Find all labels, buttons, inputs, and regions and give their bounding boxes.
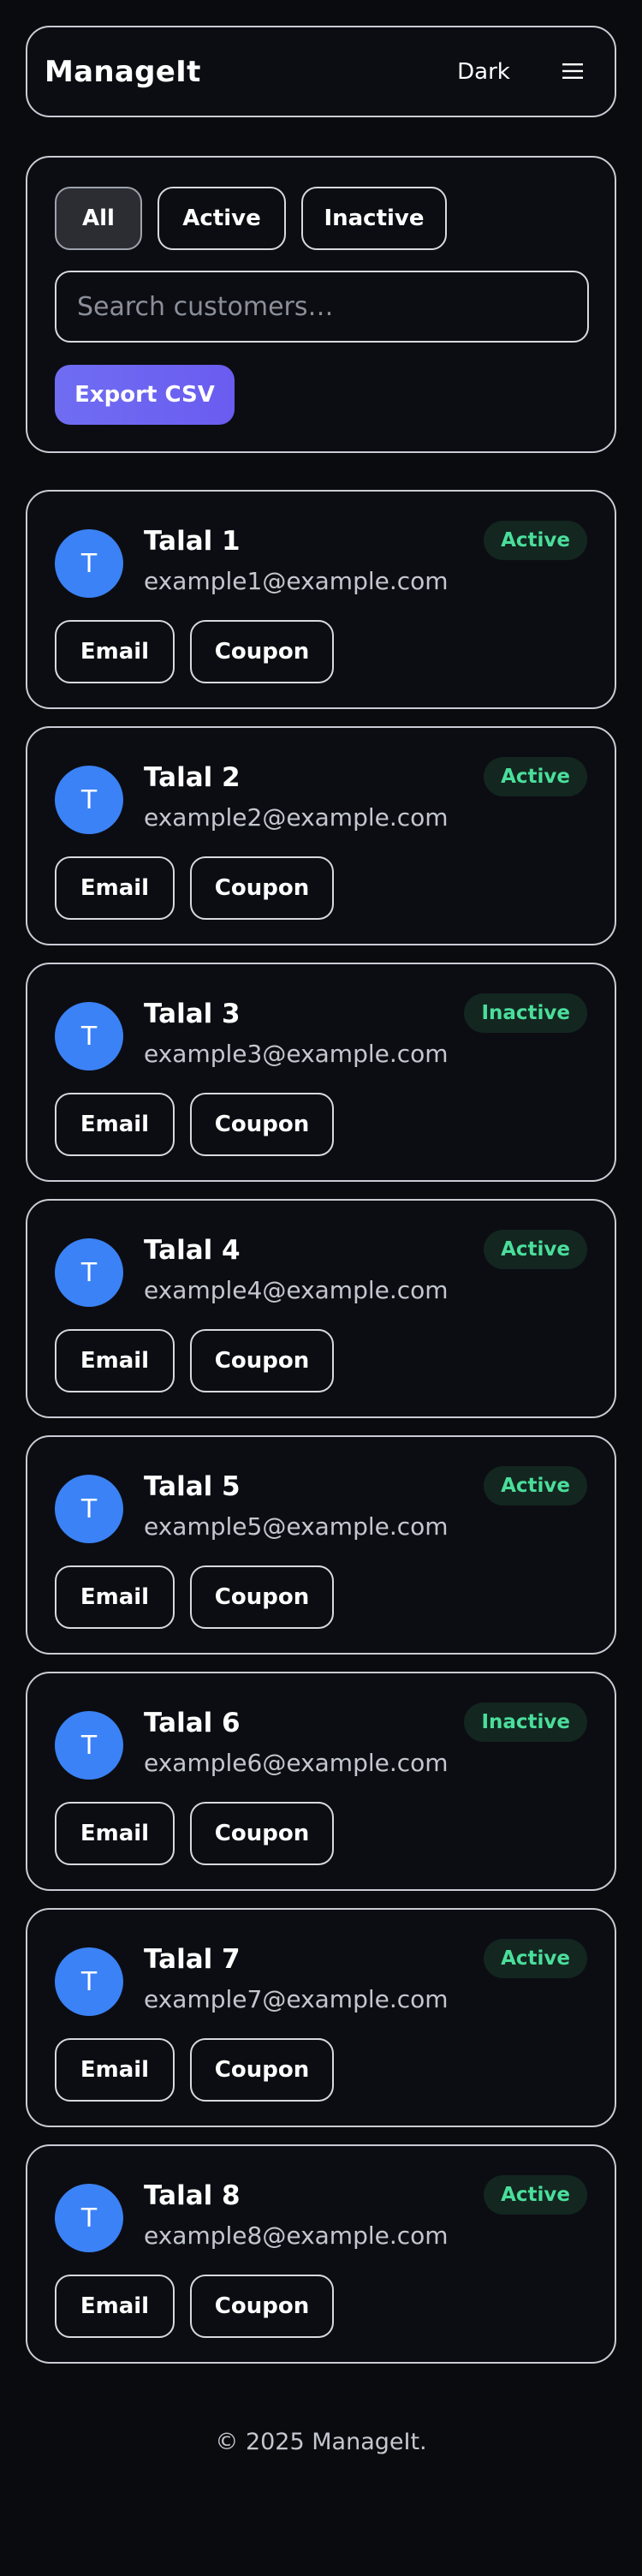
customer-list: T Talal 1 example1@example.com Active Email C…	[26, 490, 616, 2381]
avatar: T	[55, 1947, 123, 2016]
coupon-button[interactable]: Coupon	[190, 1329, 334, 1392]
brand-logo: ManageIt	[45, 55, 201, 89]
customer-name: Talal 7	[144, 1944, 241, 1975]
customer-card: T Talal 5 example5@example.com Active Email C…	[26, 1435, 616, 1655]
status-badge: Inactive	[464, 1702, 587, 1742]
avatar: T	[55, 2184, 123, 2252]
customer-name: Talal 8	[144, 2180, 241, 2211]
customer-email: example6@example.com	[144, 1749, 449, 1777]
email-customer-button[interactable]: Email	[55, 1565, 175, 1629]
customer-name: Talal 2	[144, 762, 241, 793]
coupon-button[interactable]: Coupon	[190, 856, 334, 920]
menu-button[interactable]	[539, 50, 606, 94]
customer-card: T Talal 8 example8@example.com Active Email C…	[26, 2144, 616, 2364]
status-badge: Active	[484, 521, 587, 560]
customer-card: T Talal 7 example7@example.com Active Email C…	[26, 1908, 616, 2127]
email-customer-button[interactable]: Email	[55, 1093, 175, 1156]
customer-email: example2@example.com	[144, 803, 449, 832]
email-customer-button[interactable]: Email	[55, 1329, 175, 1392]
customer-name: Talal 3	[144, 999, 241, 1029]
avatar: T	[55, 1475, 123, 1543]
filter-panel: All Active Inactive Export CSV	[26, 156, 616, 453]
avatar: T	[55, 1238, 123, 1307]
theme-toggle-button[interactable]: Dark	[430, 50, 538, 94]
status-badge: Active	[484, 2175, 587, 2215]
customer-name: Talal 4	[144, 1235, 241, 1266]
coupon-button[interactable]: Coupon	[190, 1565, 334, 1629]
hamburger-menu-icon	[562, 63, 583, 82]
customer-name: Talal 5	[144, 1471, 241, 1502]
avatar: T	[55, 766, 123, 834]
customer-email: example3@example.com	[144, 1040, 449, 1068]
export-csv-button[interactable]: Export CSV	[55, 365, 235, 425]
filter-tab-all[interactable]: All	[55, 187, 142, 250]
app-header: ManageIt Dark	[26, 26, 616, 117]
customer-card: T Talal 2 example2@example.com Active Email C…	[26, 726, 616, 945]
coupon-button[interactable]: Coupon	[190, 2038, 334, 2102]
search-input[interactable]	[55, 271, 589, 343]
customer-email: example7@example.com	[144, 1985, 449, 2013]
customer-name: Talal 6	[144, 1708, 241, 1738]
avatar: T	[55, 1711, 123, 1780]
customer-card: T Talal 6 example6@example.com Inactive Emai…	[26, 1672, 616, 1891]
coupon-button[interactable]: Coupon	[190, 1093, 334, 1156]
status-badge: Active	[484, 1939, 587, 1978]
customer-name: Talal 1	[144, 526, 241, 557]
coupon-button[interactable]: Coupon	[190, 1802, 334, 1865]
customer-email: example8@example.com	[144, 2221, 449, 2250]
coupon-button[interactable]: Coupon	[190, 620, 334, 683]
avatar: T	[55, 529, 123, 598]
footer-copyright: © 2025 ManageIt.	[215, 2429, 427, 2455]
email-customer-button[interactable]: Email	[55, 620, 175, 683]
customer-card: T Talal 3 example3@example.com Inactive Emai…	[26, 963, 616, 1182]
customer-email: example5@example.com	[144, 1512, 449, 1541]
status-badge: Active	[484, 1230, 587, 1269]
customer-email: example1@example.com	[144, 567, 449, 595]
email-customer-button[interactable]: Email	[55, 1802, 175, 1865]
page: ManageIt Dark All Active Inactive Export…	[0, 0, 642, 2576]
status-badge: Inactive	[464, 993, 587, 1033]
coupon-button[interactable]: Coupon	[190, 2275, 334, 2338]
avatar: T	[55, 1002, 123, 1070]
email-customer-button[interactable]: Email	[55, 2275, 175, 2338]
status-badge: Active	[484, 1466, 587, 1506]
filter-tab-inactive[interactable]: Inactive	[301, 187, 447, 250]
customer-email: example4@example.com	[144, 1276, 449, 1304]
customer-card: T Talal 4 example4@example.com Active Email C…	[26, 1199, 616, 1418]
filter-tab-active[interactable]: Active	[158, 187, 286, 250]
email-customer-button[interactable]: Email	[55, 2038, 175, 2102]
email-customer-button[interactable]: Email	[55, 856, 175, 920]
customer-card: T Talal 1 example1@example.com Active Email C…	[26, 490, 616, 709]
status-badge: Active	[484, 757, 587, 796]
